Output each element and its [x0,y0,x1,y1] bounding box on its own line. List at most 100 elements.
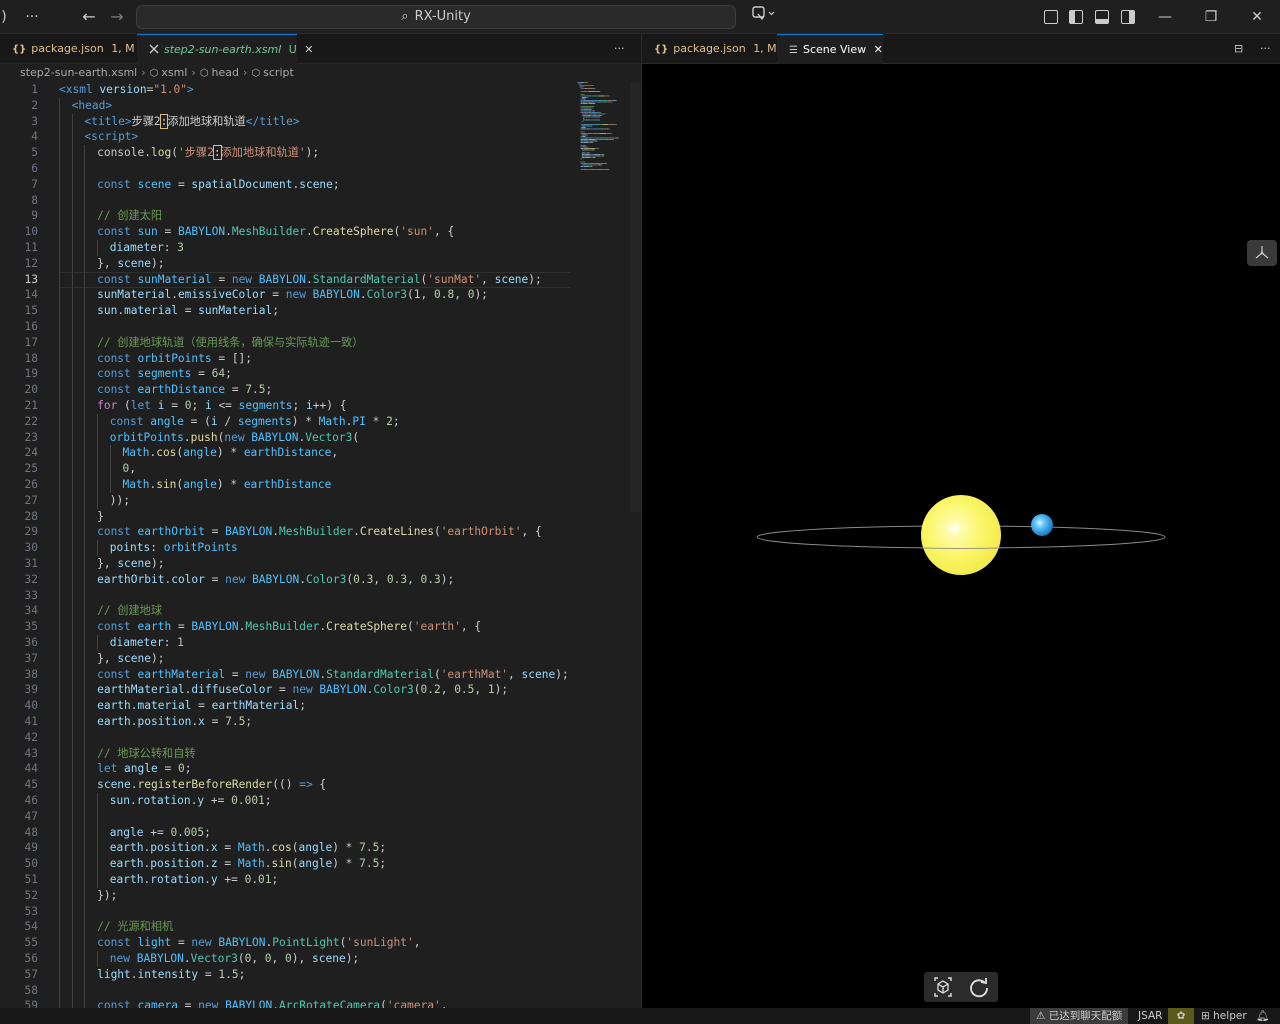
code-line[interactable]: 25 0, [0,461,630,477]
code-line[interactable]: 42 [0,729,630,746]
breadcrumb-file[interactable]: step2-sun-earth.xsml [20,66,137,79]
code-line[interactable]: 18 const orbitPoints = []; [0,350,630,367]
code-line[interactable]: 6 [0,161,630,177]
code-line[interactable]: 10 const sun = BABYLON.MeshBuilder.Create… [0,224,630,240]
code-line[interactable]: 43 // 地球公转和自转 [0,745,630,762]
code-line[interactable]: 34 // 创建地球 [0,603,630,620]
code-line[interactable]: 45 scene.registerBeforeRender(() => { [0,777,630,793]
focus-object-icon[interactable] [928,975,958,999]
code-line[interactable]: 24 Math.cos(angle) * earthDistance, [0,445,630,462]
code-line[interactable]: 4 <script> [0,129,630,146]
customize-layout-button[interactable] [1044,10,1058,24]
code-line[interactable]: 22 const angle = (i / segments) * Math.PI… [0,413,630,430]
code-line[interactable]: 37}, scene); [0,650,630,667]
axes-gizmo-button[interactable] [1247,240,1277,266]
reload-icon[interactable] [964,975,994,999]
tab-step2-sun-earth[interactable]: step2-sun-earth.xsml U ✕ [137,34,314,64]
notifications-bell-icon[interactable]: 🔔︎ [1256,1008,1269,1024]
editor-actions-more-button[interactable]: ··· [604,34,640,64]
code-line[interactable]: 39 earthMaterial.diffuseColor = new BABYL… [0,682,630,699]
code-line[interactable]: 33 [0,587,630,604]
minimize-button[interactable]: — [1142,0,1188,34]
breadcrumb-script[interactable]: script [263,66,294,79]
code-line[interactable]: 48 angle += 0.005; [0,824,630,841]
indent-guide [84,508,86,525]
close-tab-icon[interactable]: ✕ [874,43,883,56]
code-line[interactable]: 27)); [0,492,630,509]
minimap-stroke [595,124,602,125]
code-line[interactable]: 11 diameter: 3 [0,240,630,256]
code-line[interactable]: 12}, scene); [0,255,630,272]
code-line[interactable]: 28} [0,508,630,525]
toggle-primary-sidebar-button[interactable] [1069,10,1083,24]
language-mode[interactable]: JSAR [1138,1008,1162,1024]
code-line[interactable]: 44 let angle = 0; [0,761,630,778]
helper-status[interactable]: ⊞ helper [1201,1008,1247,1024]
code-line[interactable]: 30 points: orbitPoints [0,540,630,556]
code-line[interactable]: 2 <head> [0,97,630,114]
code-line[interactable]: 13 const sunMaterial = new BABYLON.Standa… [0,271,630,288]
editor-actions-more-button-right[interactable]: ··· [1252,34,1280,64]
code-line[interactable]: 23 orbitPoints.push(new BABYLON.Vector3( [0,429,630,446]
minimap-stroke [580,107,584,109]
toggle-secondary-sidebar-button[interactable] [1121,10,1135,24]
close-tab-icon[interactable]: ✕ [304,43,313,56]
code-line[interactable]: 3 <title>步骤2:添加地球和轨道</title> [0,113,630,130]
code-line[interactable]: 15 sun.material = sunMaterial; [0,303,630,319]
code-line[interactable]: 8 [0,192,630,209]
extension-status-icon[interactable]: ✿ [1168,1008,1194,1024]
breadcrumb-head[interactable]: head [212,66,239,79]
code-line[interactable]: 55 const light = new BABYLON.PointLight('… [0,935,630,951]
minimap[interactable] [576,82,628,172]
code-line[interactable]: 26 Math.sin(angle) * earthDistance [0,477,630,493]
editor-scrollbar[interactable] [630,82,641,512]
code-line[interactable]: 35 const earth = BABYLON.MeshBuilder.Crea… [0,619,630,635]
code-line[interactable]: 49 earth.position.x = Math.cos(angle) * 7… [0,840,630,857]
minimap-stroke [594,164,595,166]
code-line[interactable]: 31}, scene); [0,556,630,572]
code-editor[interactable]: 1 <xsml version="1.0"> 2 <head> 3 <title>步骤2:… [0,82,642,1024]
forward-button[interactable]: → [104,0,130,34]
split-editor-button[interactable]: ⊟ [1228,34,1252,64]
code-line[interactable]: 36 diameter: 1 [0,635,630,651]
code-line[interactable]: 17 // 创建地球轨道（使用线条，确保与实际轨迹一致） [0,334,630,351]
tab-package-json-right[interactable]: {} package.json 1, M [642,34,777,64]
code-line[interactable]: 16 [0,319,630,335]
code-line[interactable]: 40 earth.material = earthMaterial; [0,698,630,714]
scene-view-canvas[interactable] [642,64,1280,1008]
code-line[interactable]: 56 new BABYLON.Vector3(0, 0, 0), scene); [0,951,630,967]
code-line[interactable]: 14 sunMaterial.emissiveColor = new BABYLO… [0,287,630,304]
line-number: 37 [24,651,38,665]
tab-scene-view[interactable]: ☰ Scene View ✕ [777,34,883,64]
code-line[interactable]: 51 earth.rotation.y += 0.01; [0,872,630,888]
chat-quota-status[interactable]: ⚠ 已达到聊天配额 [1030,1008,1128,1024]
command-center-search[interactable]: ⌕ RX-Unity [136,5,736,29]
code-line[interactable]: 20 const earthDistance = 7.5; [0,382,630,398]
breadcrumb-xsml[interactable]: xsml [161,66,187,79]
code-line[interactable]: 32 earthOrbit.color = new BABYLON.Color3(… [0,571,630,588]
code-line[interactable]: 47 [0,808,630,825]
code-line[interactable]: 41 earth.position.x = 7.5; [0,714,630,730]
code-line[interactable]: 57 light.intensity = 1.5; [0,966,630,983]
code-line[interactable]: 29 const earthOrbit = BABYLON.MeshBuilder… [0,524,630,541]
more-menu-button[interactable]: ··· [18,0,46,34]
code-line[interactable]: 38 const earthMaterial = new BABYLON.Stan… [0,666,630,683]
code-line[interactable]: 5 console.log('步骤2:添加地球和轨道'); [0,145,630,161]
code-line[interactable]: 54 // 光源和相机 [0,919,630,936]
restore-button[interactable]: ❐ [1188,0,1234,34]
code-line[interactable]: 52}); [0,887,630,904]
code-line[interactable]: 53 [0,903,630,920]
close-window-button[interactable]: ✕ [1234,0,1280,34]
tab-package-json[interactable]: {} package.json 1, M [0,34,136,64]
code-line[interactable]: 9 // 创建太阳 [0,208,630,225]
copilot-button[interactable] [746,0,780,34]
code-line[interactable]: 21 for (let i = 0; i <= segments; i++) { [0,398,630,414]
code-line[interactable]: 46 sun.rotation.y += 0.001; [0,793,630,809]
code-line[interactable]: 7 const scene = spatialDocument.scene; [0,176,630,193]
code-line[interactable]: 58 [0,982,630,999]
code-line[interactable]: 19 const segments = 64; [0,366,630,383]
toggle-panel-button[interactable] [1095,10,1109,24]
code-line[interactable]: 1 <xsml version="1.0"> [0,82,630,98]
code-line[interactable]: 50 earth.position.z = Math.sin(angle) * 7… [0,856,630,872]
back-button[interactable]: ← [76,0,102,34]
